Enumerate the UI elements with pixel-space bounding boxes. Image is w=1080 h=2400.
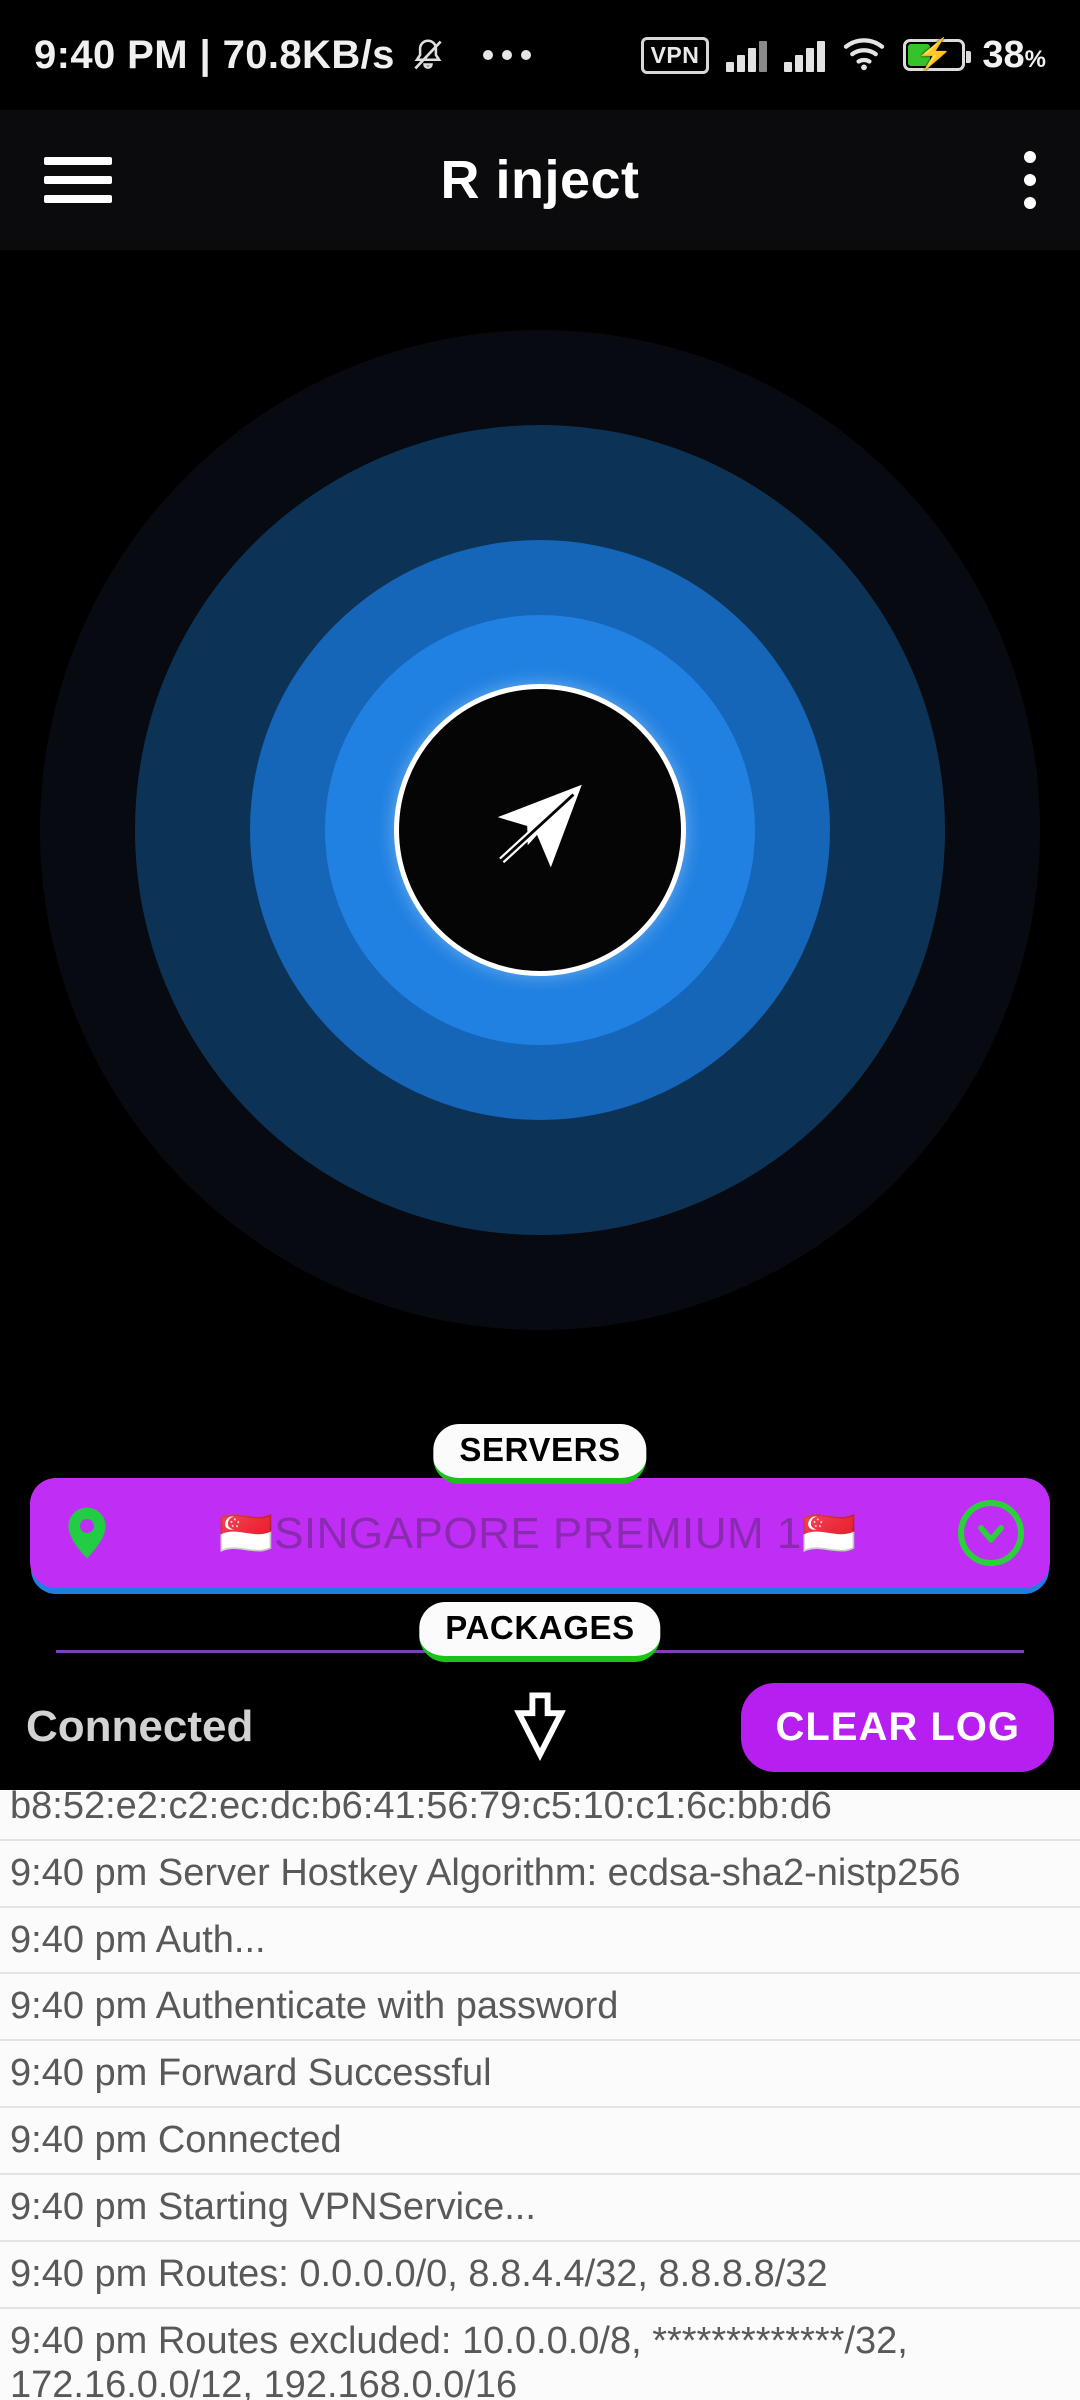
hamburger-menu-icon[interactable]: [44, 157, 112, 203]
connect-hero-area: [0, 250, 1080, 1410]
log-row: 9:40 pm Connected: [0, 2108, 1080, 2175]
phone-screen: 9:40 PM | 70.8KB/s VPN ⚡ 38% R inject SE…: [0, 0, 1080, 2400]
app-bar: R inject: [0, 110, 1080, 250]
status-bar-right: VPN ⚡ 38%: [640, 33, 1046, 77]
page-title: R inject: [440, 150, 640, 210]
battery-percent-label: 38%: [982, 33, 1046, 76]
log-row: 9:40 pm Server Hostkey Algorithm: ecdsa-…: [0, 1841, 1080, 1908]
status-bar-left: 9:40 PM | 70.8KB/s: [34, 33, 531, 78]
log-row: 9:40 pm Authenticate with password: [0, 1974, 1080, 2042]
servers-section-label: SERVERS: [433, 1424, 647, 1484]
log-row: 9:40 pm Forward Successful: [0, 2041, 1080, 2109]
wifi-icon: [842, 35, 886, 76]
chevron-down-circle-icon[interactable]: [958, 1500, 1024, 1566]
paper-plane-slash-icon: [481, 769, 599, 892]
connect-toggle-button[interactable]: [394, 684, 686, 976]
log-row: 9:40 pm Routes excluded: 10.0.0.0/8, ***…: [0, 2309, 1080, 2400]
connection-status-label: Connected: [26, 1702, 254, 1751]
clear-log-button[interactable]: CLEAR LOG: [741, 1682, 1054, 1772]
server-selector[interactable]: 🇸🇬SINGAPORE PREMIUM 1🇸🇬: [30, 1478, 1050, 1588]
kebab-menu-icon[interactable]: [1024, 151, 1036, 209]
arrow-down-icon[interactable]: [504, 1686, 576, 1768]
selected-server-label: 🇸🇬SINGAPORE PREMIUM 1🇸🇬: [218, 1509, 858, 1558]
signal-bars-icon-2: [784, 38, 826, 72]
system-status-bar: 9:40 PM | 70.8KB/s VPN ⚡ 38%: [0, 0, 1080, 110]
log-toolbar: Connected CLEAR LOG: [0, 1672, 1080, 1782]
packages-section-label: PACKAGES: [419, 1602, 661, 1662]
log-row: 9:40 pm Routes: 0.0.0.0/0, 8.8.4.4/32, 8…: [0, 2242, 1080, 2309]
log-row: 9:40 pm Auth...: [0, 1908, 1080, 1975]
log-row: b8:52:e2:c2:ec:dc:b6:41:56:79:c5:10:c1:6…: [0, 1790, 1080, 1841]
signal-bars-icon: [726, 38, 768, 72]
status-bar-clock-and-speed: 9:40 PM | 70.8KB/s: [34, 32, 395, 77]
bell-muted-icon: [409, 36, 447, 74]
log-row: 9:40 pm Starting VPNService...: [0, 2175, 1080, 2242]
location-pin-icon: [56, 1502, 118, 1564]
log-list[interactable]: b8:52:e2:c2:ec:dc:b6:41:56:79:c5:10:c1:6…: [0, 1790, 1080, 2400]
more-dots-icon: [482, 50, 531, 60]
battery-charging-icon: ⚡: [903, 39, 972, 71]
vpn-badge-icon: VPN: [640, 36, 710, 74]
